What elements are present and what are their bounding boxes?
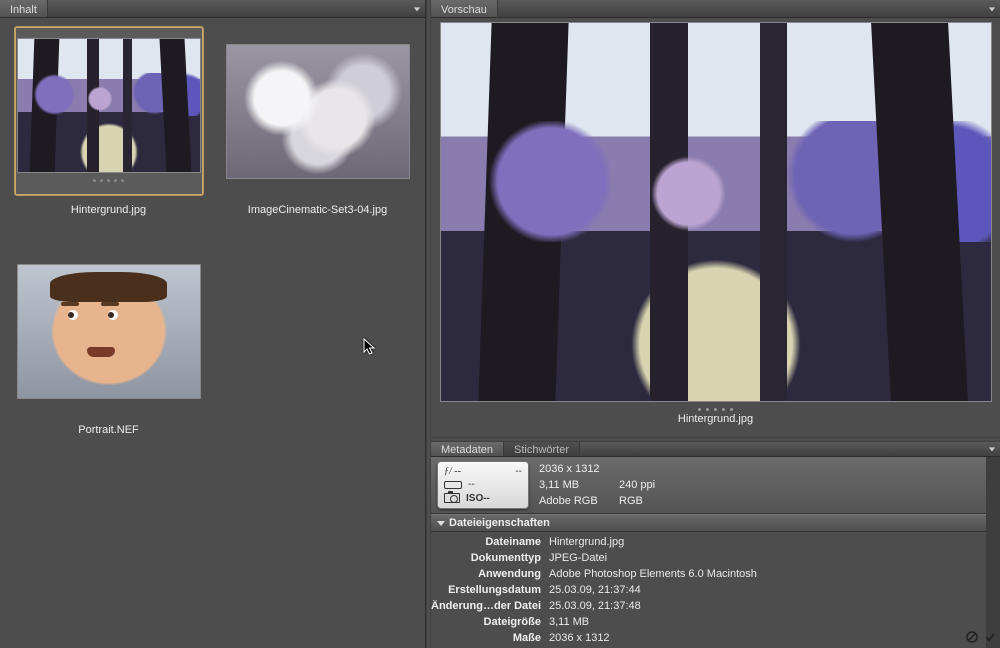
property-row: Änderung…der Datei25.03.09, 21:37:48 <box>431 598 986 614</box>
preview-tabbar: Vorschau <box>431 0 1000 18</box>
preview-filename: Hintergrund.jpg <box>678 413 753 425</box>
summary-colorspace: Adobe RGB <box>539 495 619 507</box>
thumbnail-item[interactable]: Portrait.NEF <box>6 246 211 436</box>
property-label: Änderung…der Datei <box>431 600 549 612</box>
app-root: Inhalt Hintergrund.jpg ImageCinematic-Set… <box>0 0 1000 648</box>
property-row: DokumenttypJPEG-Datei <box>431 550 986 566</box>
property-value: JPEG-Datei <box>549 552 607 564</box>
preview-image[interactable] <box>440 22 992 402</box>
meter-value: -- <box>468 479 475 490</box>
preview-rating-dots[interactable] <box>698 408 733 411</box>
tab-keywords[interactable]: Stichwörter <box>504 442 580 456</box>
cancel-icon[interactable] <box>966 631 978 646</box>
property-row: Dateigröße3,11 MB <box>431 614 986 630</box>
apply-icon[interactable] <box>984 631 996 646</box>
property-value: 25.03.09, 21:37:44 <box>549 584 641 596</box>
property-value: 25.03.09, 21:37:48 <box>549 600 641 612</box>
disclosure-triangle-icon <box>437 521 445 526</box>
property-row: DateinameHintergrund.jpg <box>431 534 986 550</box>
thumbnail-grid[interactable]: Hintergrund.jpg ImageCinematic-Set3-04.jp… <box>0 18 425 648</box>
metadata-panel-menu[interactable] <box>984 442 1000 456</box>
exposure-meter-icon <box>444 481 462 489</box>
thumbnail-filename: Hintergrund.jpg <box>71 204 146 216</box>
property-value: Hintergrund.jpg <box>549 536 624 548</box>
property-row: AnwendungAdobe Photoshop Elements 6.0 Ma… <box>431 566 986 582</box>
rating-dots[interactable] <box>93 179 124 185</box>
property-label: Dateiname <box>431 536 549 548</box>
iso-value: ISO-- <box>466 493 490 504</box>
property-label: Dateigröße <box>431 616 549 628</box>
summary-resolution: 240 ppi <box>619 479 699 491</box>
property-label: Dokumenttyp <box>431 552 549 564</box>
section-file-properties[interactable]: Dateieigenschaften <box>431 514 986 532</box>
thumbnail-filename: ImageCinematic-Set3-04.jpg <box>248 204 387 216</box>
thumbnail-image[interactable] <box>17 264 201 399</box>
property-label: Erstellungsdatum <box>431 584 549 596</box>
summary-colormode: RGB <box>619 495 699 507</box>
section-title: Dateieigenschaften <box>449 517 550 529</box>
content-tabbar: Inhalt <box>0 0 425 18</box>
property-label: Anwendung <box>431 568 549 580</box>
thumbnail-image[interactable] <box>226 44 410 179</box>
aperture-value: ƒ/ -- <box>444 466 461 477</box>
property-row: Erstellungsdatum25.03.09, 21:37:44 <box>431 582 986 598</box>
summary-filesize: 3,11 MB <box>539 479 619 491</box>
property-row: Maße2036 x 1312 <box>431 630 986 646</box>
camera-icon <box>444 493 460 503</box>
metadata-scrollbar[interactable] <box>986 457 1000 648</box>
file-properties-list: DateinameHintergrund.jpgDokumenttypJPEG-… <box>431 532 986 648</box>
shutter-value: -- <box>515 466 522 477</box>
thumbnail-item[interactable]: Hintergrund.jpg <box>6 26 211 216</box>
content-panel-menu[interactable] <box>409 0 425 17</box>
summary-dimensions: 2036 x 1312 <box>539 463 619 475</box>
summary-grid: 2036 x 1312 3,11 MB 240 ppi Adobe RGB RG… <box>539 461 980 509</box>
camera-info-box: ƒ/ -- -- -- ISO-- <box>437 461 529 509</box>
metadata-tabbar: Metadaten Stichwörter <box>431 442 1000 457</box>
tab-metadata[interactable]: Metadaten <box>431 442 504 456</box>
thumbnail-frame[interactable] <box>14 246 204 416</box>
property-label: Maße <box>431 632 549 644</box>
content-panel: Inhalt Hintergrund.jpg ImageCinematic-Set… <box>0 0 426 648</box>
right-panel: Vorschau Hintergrund.jpg Metadaten Stich… <box>431 0 1000 648</box>
preview-panel-menu[interactable] <box>984 0 1000 17</box>
thumbnail-filename: Portrait.NEF <box>78 424 139 436</box>
metadata-panel: Metadaten Stichwörter ƒ/ -- -- -- ISO-- <box>431 442 1000 648</box>
tab-content[interactable]: Inhalt <box>0 0 48 17</box>
property-value: 2036 x 1312 <box>549 632 610 644</box>
property-value: Adobe Photoshop Elements 6.0 Macintosh <box>549 568 757 580</box>
tab-preview[interactable]: Vorschau <box>431 0 498 17</box>
thumbnail-item[interactable]: ImageCinematic-Set3-04.jpg <box>215 26 420 216</box>
status-bar <box>966 631 996 646</box>
thumbnail-image[interactable] <box>17 38 201 173</box>
metadata-summary: ƒ/ -- -- -- ISO-- 2036 x 1312 3,11 MB 240… <box>431 457 986 514</box>
property-value: 3,11 MB <box>549 616 589 628</box>
thumbnail-frame[interactable] <box>14 26 204 196</box>
thumbnail-frame[interactable] <box>223 26 413 196</box>
preview-area[interactable]: Hintergrund.jpg <box>431 18 1000 437</box>
